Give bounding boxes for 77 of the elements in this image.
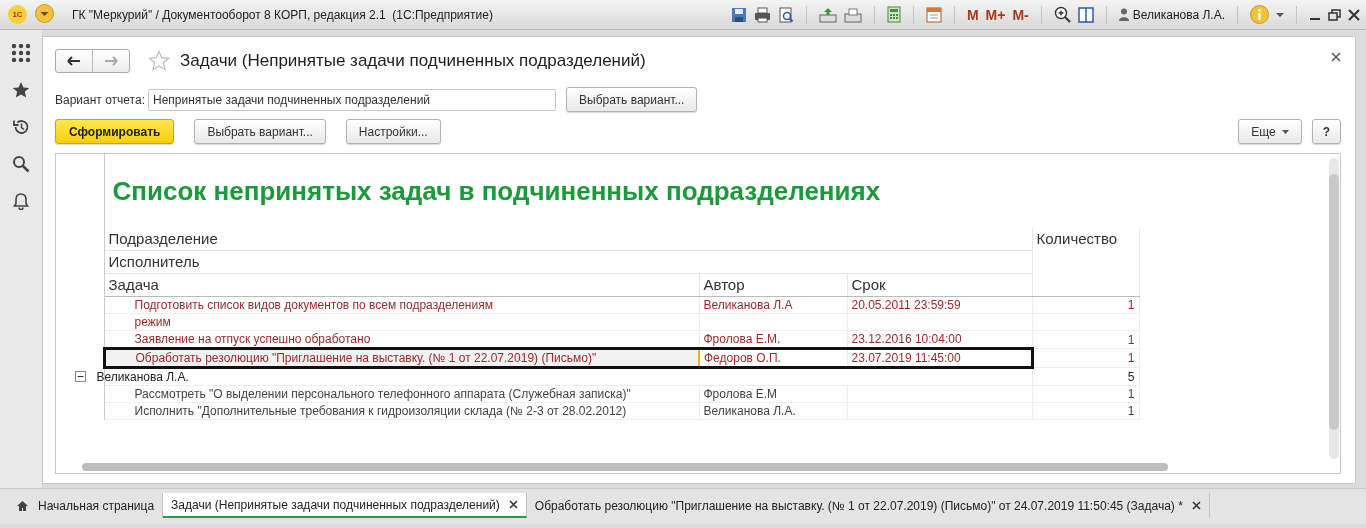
tab[interactable]: Обработать резолюцию "Приглашение на выставку. (№ 1 от 22.07.2019) (Письмо)" от 24.07.2019 11:50:45 (Задача) * [526, 493, 1210, 518]
task-cell: Заявление на отпуск успешно обработано [134, 332, 371, 346]
star-outline-icon[interactable] [148, 50, 170, 72]
restore-icon[interactable] [1328, 8, 1341, 21]
user-icon[interactable] [1118, 8, 1129, 21]
window-title: ГК "Меркурий" / Документооборот 8 КОРП, редакция 2.1 (1С:Предприятие) [72, 7, 494, 22]
menu-caret-icon[interactable] [35, 3, 54, 23]
column-header: Подразделение [108, 230, 218, 247]
form-title: Задачи (Непринятые задачи подчиненных подразделений) [180, 51, 646, 71]
report-row[interactable]: режим [56, 313, 1139, 331]
home-icon[interactable] [16, 499, 29, 512]
column-header: Исполнитель [108, 253, 200, 270]
report-row[interactable]: Подготовить список видов документов по всем подразделениям Великанова Л.А 20.05.2011 23:59:59 1 [56, 296, 1139, 314]
group-name: Великанова Л.А. [96, 370, 189, 384]
due-date-cell: 20.05.2011 23:59:59 [851, 298, 961, 312]
close-icon[interactable] [508, 500, 518, 509]
caret-icon[interactable] [1276, 11, 1284, 18]
count-cell: 5 [1127, 369, 1135, 384]
count-cell: 1 [1127, 298, 1135, 312]
column-header: Срок [851, 276, 886, 293]
preview-icon[interactable] [777, 6, 794, 23]
memory-button[interactable]: M+ [985, 6, 1006, 23]
search-icon[interactable] [12, 155, 30, 173]
close-icon[interactable] [1331, 52, 1341, 62]
column-header: Автор [703, 276, 745, 293]
bell-icon[interactable] [12, 192, 30, 210]
collapse-toggle[interactable] [75, 370, 86, 382]
count-cell: 1 [1127, 351, 1135, 365]
column-header: Задача [108, 276, 159, 293]
apps-grid-icon[interactable] [12, 44, 30, 62]
column-header: Количество [1036, 230, 1118, 247]
field-label: Вариант отчета: [55, 92, 145, 107]
print-icon[interactable] [753, 6, 771, 23]
close-icon[interactable] [1348, 8, 1360, 21]
tab[interactable]: Задачи (Непринятые задачи подчиненных подразделений) [163, 493, 527, 518]
variant-field[interactable]: Непринятые задачи подчиненных подразделений [148, 88, 556, 111]
author-cell: Великанова Л.А. [703, 404, 796, 418]
close-icon[interactable] [1191, 501, 1201, 510]
due-date-cell: 23.07.2019 11:45:00 [851, 351, 961, 365]
generate-button[interactable]: Сформировать [55, 119, 175, 144]
save-icon[interactable] [730, 6, 747, 23]
command-button[interactable]: Настройки... [345, 119, 441, 144]
task-cell: Исполнить "Дополнительные требования к гидроизоляции склада (№ 2-3 от 28.02.2012) [134, 404, 627, 418]
calculator-icon[interactable] [886, 6, 901, 23]
command-button[interactable]: Выбрать вариант... [194, 119, 326, 144]
author-cell: Фролова Е.М. [703, 332, 781, 346]
count-cell: 1 [1127, 387, 1135, 401]
vertical-scrollbar[interactable] [1329, 158, 1339, 459]
panel-icon[interactable] [1077, 6, 1094, 23]
task-cell: Обработать резолюцию "Приглашение на выставку. (№ 1 от 22.07.2019) (Письмо)" [135, 351, 597, 365]
count-cell: 1 [1127, 404, 1135, 418]
task-cell: Подготовить список видов документов по всем подразделениям [134, 298, 493, 312]
upload-icon[interactable] [818, 6, 837, 23]
report-row[interactable]: Исполнить "Дополнительные требования к гидроизоляции склада (№ 2-3 от 28.02.2012) Великанова Л.А. 1 [56, 402, 1139, 420]
history-icon[interactable] [12, 118, 30, 136]
task-cell: Рассмотреть "О выделении персонального телефонного аппарата (Служебная записка)" [134, 387, 631, 401]
task-cell: режим [134, 315, 171, 329]
caret-icon[interactable] [1281, 129, 1289, 134]
report-title: Список непринятых задач в подчиненных подразделениях [112, 176, 881, 206]
calendar-icon[interactable] [925, 6, 942, 23]
scanner-icon[interactable] [843, 6, 862, 23]
zoom-icon[interactable] [1053, 6, 1071, 23]
user-name[interactable]: Великанова Л.А. [1132, 7, 1225, 22]
more-button[interactable]: Еще [1238, 119, 1302, 144]
memory-button[interactable]: M- [1012, 6, 1029, 23]
author-cell: Великанова Л.А [703, 298, 793, 312]
count-cell: 1 [1127, 332, 1135, 347]
choose-variant-button[interactable]: Выбрать вариант... [566, 87, 698, 112]
horizontal-scrollbar[interactable] [82, 463, 1168, 471]
star-icon[interactable] [12, 81, 30, 99]
author-cell: Фролова Е.М [703, 387, 778, 401]
app-logo[interactable]: 1С [8, 5, 27, 24]
due-date-cell: 23.12.2016 10:04:00 [851, 332, 962, 346]
report-row[interactable]: Рассмотреть "О выделении персонального телефонного аппарата (Служебная записка)" Фролова Е.М 1 [56, 385, 1139, 403]
help-button[interactable]: ? [1311, 119, 1341, 144]
memory-button[interactable]: M [966, 6, 979, 23]
author-cell: Федоров О.П. [704, 351, 781, 365]
